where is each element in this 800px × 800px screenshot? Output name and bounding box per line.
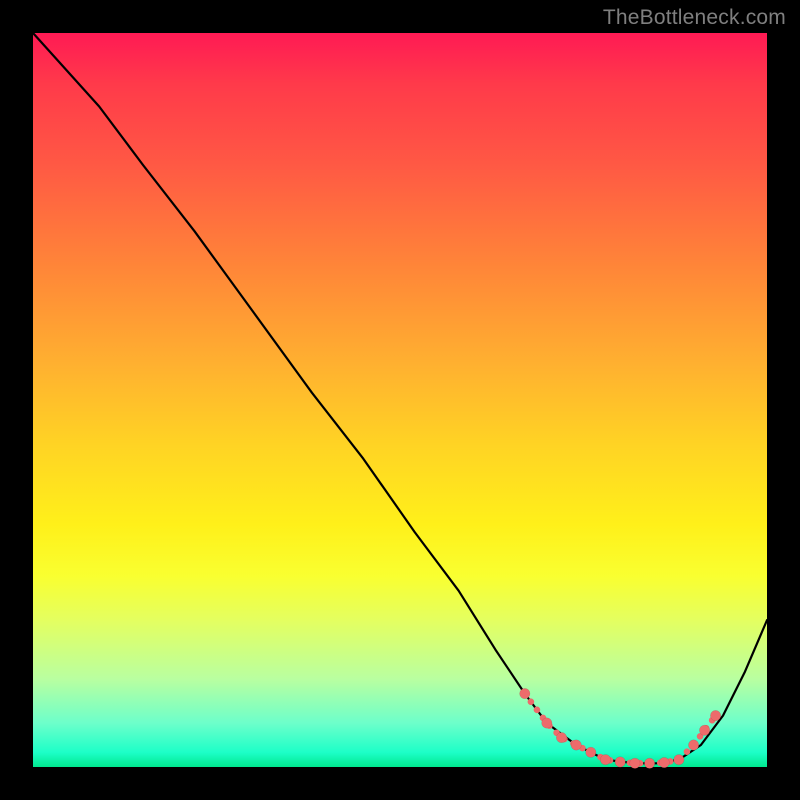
chart-container: TheBottleneck.com — [0, 0, 800, 800]
plot-area — [33, 33, 767, 767]
watermark-label: TheBottleneck.com — [603, 6, 786, 30]
